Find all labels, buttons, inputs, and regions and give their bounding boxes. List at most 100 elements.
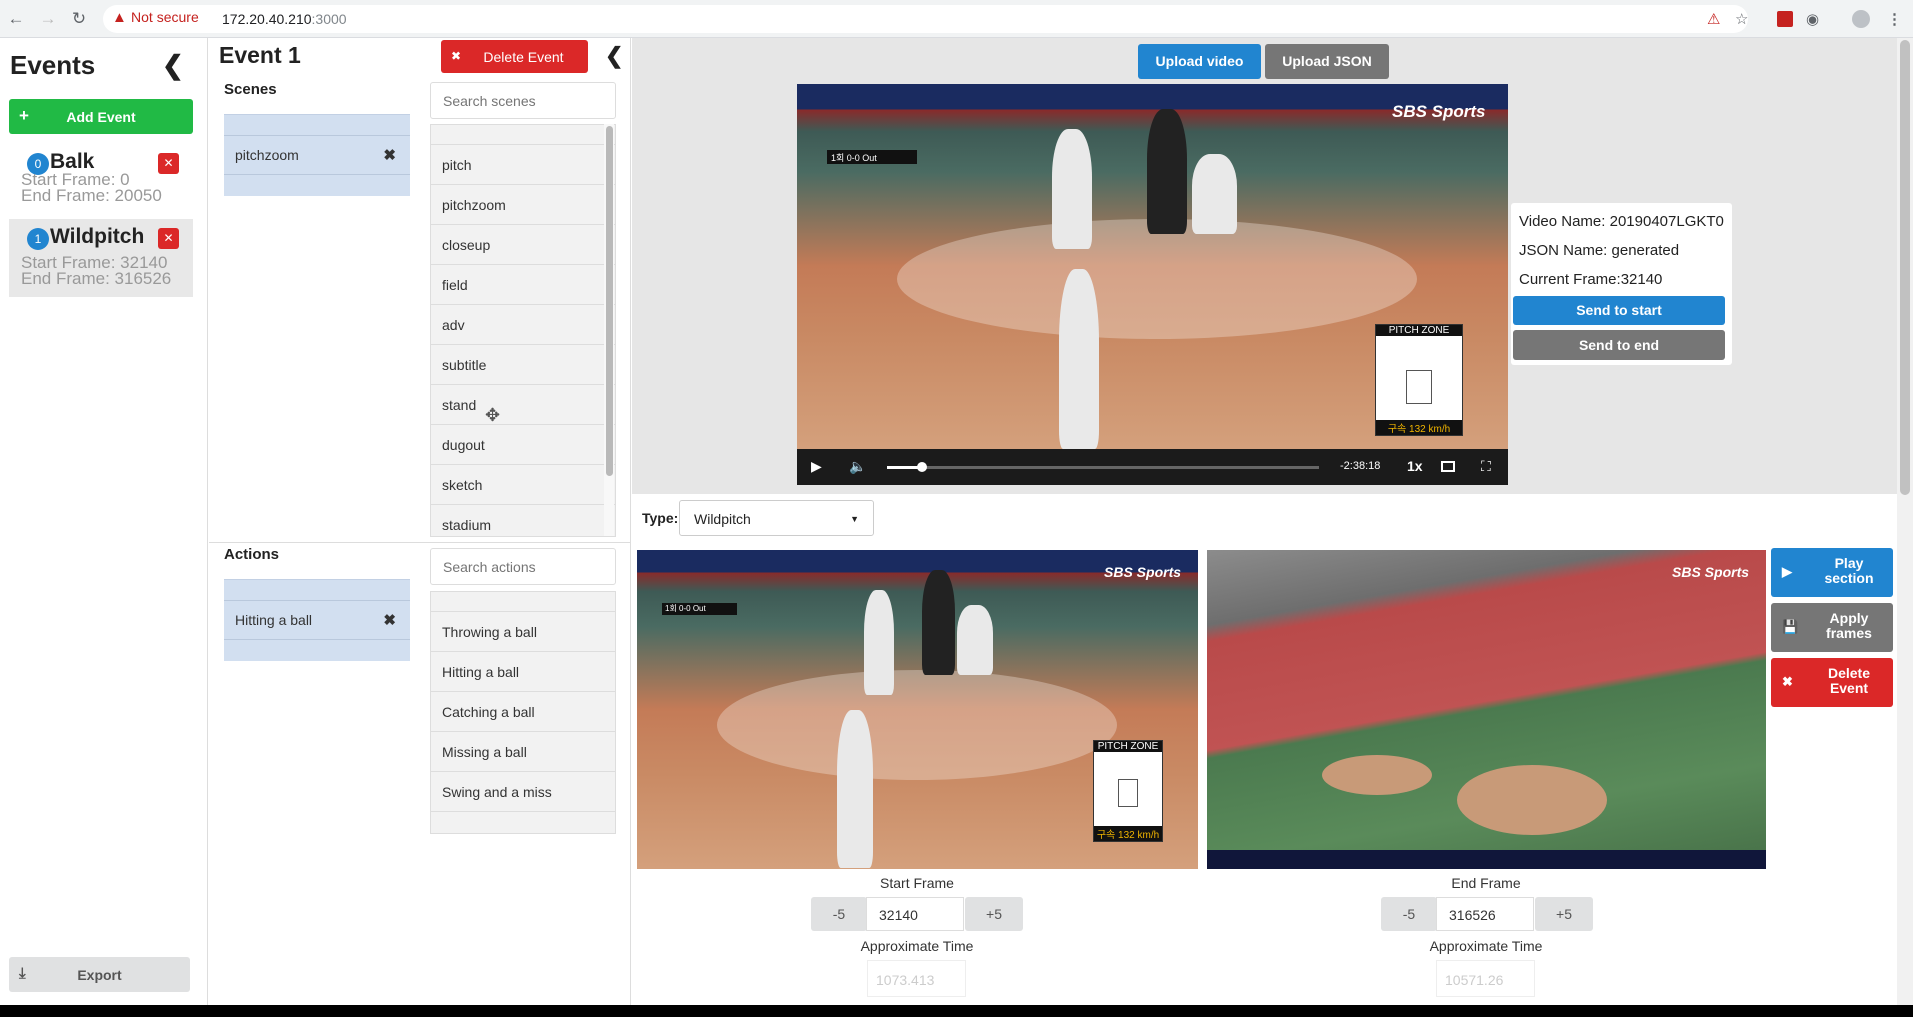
scene-option[interactable]: adv [431, 305, 615, 345]
event-item-wildpitch[interactable]: 1 Wildpitch ✕ Start Frame: 32140 End Fra… [9, 219, 193, 297]
broadcaster-logo: SBS Sports [1672, 564, 1750, 580]
selected-action-label: Hitting a ball [235, 612, 313, 628]
end-frame-input[interactable]: 316526 [1436, 897, 1534, 931]
scene-option[interactable]: closeup [431, 225, 615, 265]
star-icon[interactable]: ☆ [1735, 10, 1748, 28]
end-approx-time-label: Approximate Time [1429, 938, 1543, 954]
upload-video-button[interactable]: Upload video [1138, 44, 1261, 79]
start-frame-plus-button[interactable]: +5 [965, 897, 1023, 931]
selected-scenes-box: pitchzoom ✖ [224, 114, 410, 196]
end-frame-minus-button[interactable]: -5 [1381, 897, 1437, 931]
page-scrollbar-thumb[interactable] [1900, 40, 1910, 495]
broadcaster-logo: SBS Sports [1104, 564, 1182, 580]
action-option[interactable]: Swing and a miss [431, 772, 615, 812]
type-dropdown[interactable]: Wildpitch ▼ [679, 500, 874, 536]
chevron-left-icon[interactable]: ❮ [162, 50, 184, 81]
volume-icon[interactable]: 🔈 [849, 458, 866, 475]
fullscreen-icon[interactable]: ⛶ [1481, 458, 1491, 475]
menu-kebab-icon[interactable]: ⋮ [1887, 10, 1902, 28]
play-section-button[interactable]: ▶ Play section [1771, 548, 1893, 597]
scoreboard: 1회 0-0 Out [662, 603, 737, 615]
event-end-frame: End Frame: 20050 [21, 186, 162, 205]
move-cursor-icon: ✥ [485, 405, 501, 425]
delete-event-icon[interactable]: ✕ [158, 153, 179, 174]
action-option[interactable]: Missing a ball [431, 732, 615, 772]
event-item-balk[interactable]: 0 Balk ✕ Start Frame: 0 End Frame: 20050 [9, 144, 193, 222]
home-plate-dirt [897, 219, 1417, 339]
apply-frames-button[interactable]: 💾 Apply frames [1771, 603, 1893, 652]
scenes-scrollbar-thumb[interactable] [606, 126, 613, 476]
send-to-start-button[interactable]: Send to start [1513, 296, 1725, 325]
scene-option[interactable]: field [431, 265, 615, 305]
scene-option[interactable]: dugout [431, 425, 615, 465]
profile-icon[interactable] [1852, 10, 1870, 28]
video-progress-bar[interactable] [887, 462, 1319, 472]
reload-icon[interactable]: ↻ [69, 9, 89, 29]
end-frame-plus-button[interactable]: +5 [1535, 897, 1593, 931]
pitch-speed: 구속 132 km/h [1376, 420, 1462, 435]
camera-icon[interactable]: ◉ [1806, 10, 1819, 28]
start-frame-input[interactable]: 32140 [866, 897, 964, 931]
event-index-badge: 1 [27, 228, 49, 250]
actions-list[interactable]: Throwing a ball Hitting a ball Catching … [430, 591, 616, 834]
pitcher-figure [837, 710, 873, 868]
strike-zone-box [1406, 370, 1432, 404]
upload-json-button[interactable]: Upload JSON [1265, 44, 1389, 79]
start-approx-time-input[interactable]: 1073.413 [867, 960, 966, 997]
end-frame-preview: SBS Sports [1207, 550, 1766, 869]
scenes-search-input[interactable] [430, 82, 616, 119]
arrow-left-icon[interactable]: ← [6, 9, 26, 29]
send-to-end-button[interactable]: Send to end [1513, 330, 1725, 360]
delete-event-label: Delete Event [483, 49, 564, 65]
pitchers-mound [1322, 755, 1432, 795]
home-plate-dirt [717, 670, 1117, 780]
event-end-frame: End Frame: 316526 [21, 269, 172, 288]
add-event-button[interactable]: + Add Event [9, 99, 193, 134]
security-indicator[interactable]: ▲ Not secure [112, 9, 199, 26]
actions-title: Actions [224, 546, 280, 563]
remove-icon[interactable]: ✖ [383, 611, 396, 629]
scene-option[interactable]: sketch [431, 465, 615, 505]
type-value: Wildpitch [694, 511, 751, 527]
pitch-zone-overlay: PITCH ZONE 구속 132 km/h [1093, 740, 1163, 842]
delete-event-button[interactable]: ✖ Delete Event [441, 40, 588, 73]
chevron-left-icon[interactable]: ❮ [605, 43, 623, 69]
delete-event-icon[interactable]: ✕ [158, 228, 179, 249]
scoreboard: 1회 0-0 Out [827, 150, 917, 164]
scenes-list[interactable]: pitch pitchzoom closeup field adv subtit… [430, 124, 616, 537]
home-plate-area [1457, 765, 1607, 835]
play-icon[interactable]: ▶ [811, 458, 822, 475]
arrow-right-icon[interactable]: → [38, 9, 58, 29]
url-text[interactable]: 172.20.40.210:3000 [222, 11, 347, 27]
picture-in-picture-icon[interactable] [1441, 461, 1455, 472]
start-frame-preview: SBS Sports 1회 0-0 Out PITCH ZONE 구속 132 … [637, 550, 1198, 869]
extension-icon[interactable] [1777, 11, 1793, 27]
actions-search-input[interactable] [430, 548, 616, 585]
main-video-player[interactable]: SBS Sports 1회 0-0 Out PITCH ZONE 구속 132 … [797, 84, 1508, 449]
address-bar[interactable] [103, 5, 1748, 33]
blocked-icon[interactable]: ⚠ [1707, 10, 1720, 28]
scene-option[interactable]: subtitle [431, 345, 615, 385]
pitch-zone-overlay: PITCH ZONE 구속 132 km/h [1375, 324, 1463, 436]
export-button[interactable]: ⤓ Export [9, 957, 190, 992]
scene-option[interactable]: stand [431, 385, 615, 425]
remove-icon[interactable]: ✖ [383, 146, 396, 164]
export-label: Export [77, 967, 122, 983]
scene-option[interactable]: stadium [431, 505, 615, 536]
selected-scene-chip: pitchzoom ✖ [224, 135, 410, 175]
scene-option[interactable]: pitch [431, 145, 615, 185]
play-icon: ▶ [1782, 564, 1792, 579]
action-option[interactable]: Catching a ball [431, 692, 615, 732]
end-approx-time-input[interactable]: 10571.26 [1436, 960, 1535, 997]
broadcaster-logo: SBS Sports [1392, 102, 1486, 121]
start-frame-minus-button[interactable]: -5 [811, 897, 867, 931]
delete-event-button-bottom[interactable]: ✖ Delete Event [1771, 658, 1893, 707]
action-option[interactable]: Throwing a ball [431, 612, 615, 652]
pitch-zone-label: PITCH ZONE [1094, 741, 1162, 752]
video-progress-knob[interactable] [916, 462, 927, 472]
scene-option[interactable]: pitchzoom [431, 185, 615, 225]
action-option[interactable]: Hitting a ball [431, 652, 615, 692]
playback-speed[interactable]: 1x [1407, 458, 1423, 474]
selected-actions-box: Hitting a ball ✖ [224, 579, 410, 661]
section-divider [209, 542, 631, 543]
